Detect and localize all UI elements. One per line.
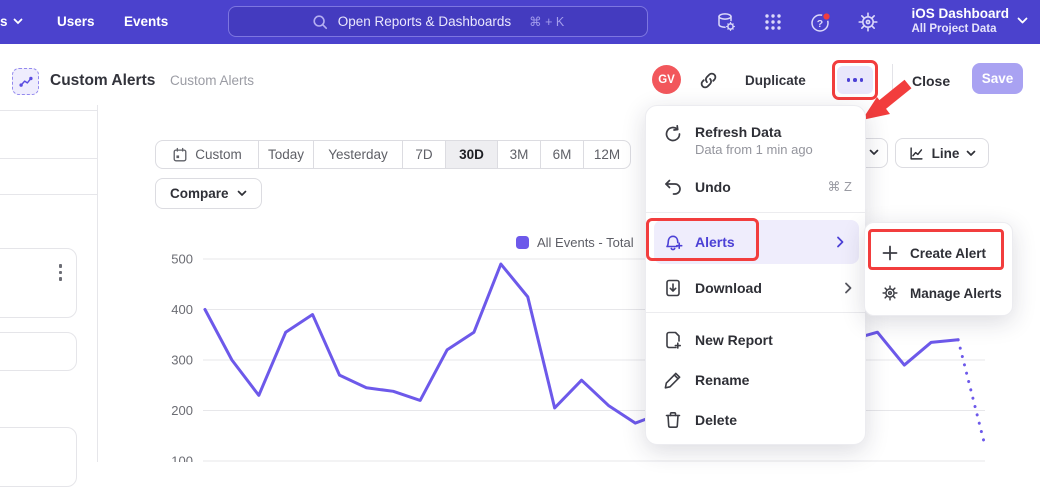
nav-item-users[interactable]: Users	[57, 14, 95, 29]
range-30d[interactable]: 30D	[445, 141, 497, 168]
apps-grid-icon[interactable]	[762, 11, 784, 33]
range-yesterday[interactable]: Yesterday	[313, 141, 402, 168]
y-tick-label: 500	[171, 252, 193, 267]
range-6m[interactable]: 6M	[540, 141, 583, 168]
project-name: iOS Dashboard	[911, 5, 1009, 22]
top-nav: s Users Events Open Reports & Dashboards…	[0, 0, 1040, 44]
project-scope: All Project Data	[911, 22, 1009, 36]
menu-item-alerts[interactable]: Alerts	[654, 220, 859, 264]
more-options-annotation-box	[832, 60, 878, 100]
search-icon	[312, 14, 328, 30]
line-chart-icon	[908, 145, 925, 162]
range-3m[interactable]: 3M	[497, 141, 540, 168]
query-card[interactable]	[0, 427, 77, 487]
range-today[interactable]: Today	[258, 141, 313, 168]
chevron-down-icon	[966, 150, 976, 157]
data-management-icon[interactable]	[715, 11, 737, 33]
svg-text:?: ?	[817, 18, 823, 30]
divider	[0, 110, 98, 111]
divider	[0, 194, 98, 195]
divider	[646, 212, 867, 213]
range-12m[interactable]: 12M	[583, 141, 630, 168]
compare-button[interactable]: Compare	[155, 178, 262, 209]
series-line-dotted	[958, 340, 985, 446]
y-tick-label: 400	[171, 302, 193, 317]
trash-icon	[663, 410, 683, 430]
refresh-icon	[663, 124, 683, 144]
notification-badge	[823, 13, 831, 21]
y-tick-label: 200	[171, 403, 193, 418]
chevron-down-icon	[1017, 17, 1028, 25]
report-header: Custom Alerts Custom Alerts GV Duplicate…	[0, 44, 1040, 105]
divider	[646, 312, 867, 313]
chevron-right-icon	[836, 236, 844, 248]
save-button[interactable]: Save	[972, 63, 1023, 94]
menu-item-new-report[interactable]: New Report	[646, 320, 867, 360]
line-chart-icon	[18, 74, 34, 90]
query-card[interactable]	[0, 332, 77, 371]
range-7d[interactable]: 7D	[402, 141, 445, 168]
menu-item-delete[interactable]: Delete	[646, 400, 867, 440]
bell-plus-icon	[663, 232, 683, 252]
page-title: Custom Alerts	[50, 72, 155, 90]
submenu-item-create-alert[interactable]: Create Alert	[865, 233, 1014, 273]
builder-sidebar	[0, 105, 98, 462]
avatar[interactable]: GV	[652, 65, 681, 94]
date-range-control: Custom Today Yesterday 7D 30D 3M 6M 12M	[155, 140, 631, 169]
chevron-down-icon	[237, 190, 247, 197]
submenu-item-manage-alerts[interactable]: Manage Alerts	[865, 275, 1014, 311]
menu-item-rename[interactable]: Rename	[646, 360, 867, 400]
alerts-submenu: Create Alert Manage Alerts	[864, 222, 1013, 316]
settings-icon[interactable]	[857, 11, 879, 33]
y-tick-label: 300	[171, 353, 193, 368]
copy-link-button[interactable]	[698, 70, 720, 92]
divider	[892, 64, 893, 90]
report-type-icon	[12, 68, 39, 95]
more-options-button[interactable]	[837, 66, 873, 94]
nav-item-events[interactable]: Events	[124, 14, 168, 29]
close-button[interactable]: Close	[912, 73, 950, 89]
card-options-icon[interactable]	[59, 264, 63, 281]
duplicate-button[interactable]: Duplicate	[745, 73, 806, 88]
range-custom[interactable]: Custom	[156, 141, 258, 168]
y-tick-label: 100	[171, 454, 193, 463]
chevron-right-icon	[844, 282, 852, 294]
nav-item-truncated[interactable]: s	[0, 14, 23, 29]
report-options-menu: Refresh Data Data from 1 min ago Undo ⌘ …	[645, 105, 866, 445]
menu-item-undo[interactable]: Undo ⌘ Z	[646, 168, 867, 206]
project-selector[interactable]: iOS Dashboard All Project Data	[911, 5, 1028, 36]
chevron-down-icon	[869, 149, 879, 156]
search-placeholder: Open Reports & Dashboards	[338, 14, 511, 29]
gear-icon	[881, 284, 899, 302]
new-report-icon	[663, 330, 683, 350]
query-card[interactable]	[0, 248, 77, 318]
undo-icon	[663, 177, 683, 197]
divider	[0, 158, 98, 159]
chart-type-button[interactable]: Line	[895, 138, 989, 168]
undo-shortcut: ⌘ Z	[827, 179, 852, 195]
nav-item-truncated-label: s	[0, 14, 8, 29]
plus-icon	[881, 244, 899, 262]
search-shortcut: ⌘ + K	[529, 14, 564, 29]
breadcrumb: Custom Alerts	[170, 73, 254, 88]
help-icon[interactable]: ?	[809, 11, 831, 33]
refresh-sublabel: Data from 1 min ago	[695, 142, 813, 157]
link-icon	[698, 70, 719, 91]
calendar-icon	[172, 147, 188, 163]
menu-item-download[interactable]: Download	[646, 268, 867, 308]
pencil-icon	[663, 370, 683, 390]
download-icon	[663, 278, 683, 298]
chevron-down-icon	[13, 18, 23, 25]
search-input[interactable]: Open Reports & Dashboards ⌘ + K	[228, 6, 648, 37]
